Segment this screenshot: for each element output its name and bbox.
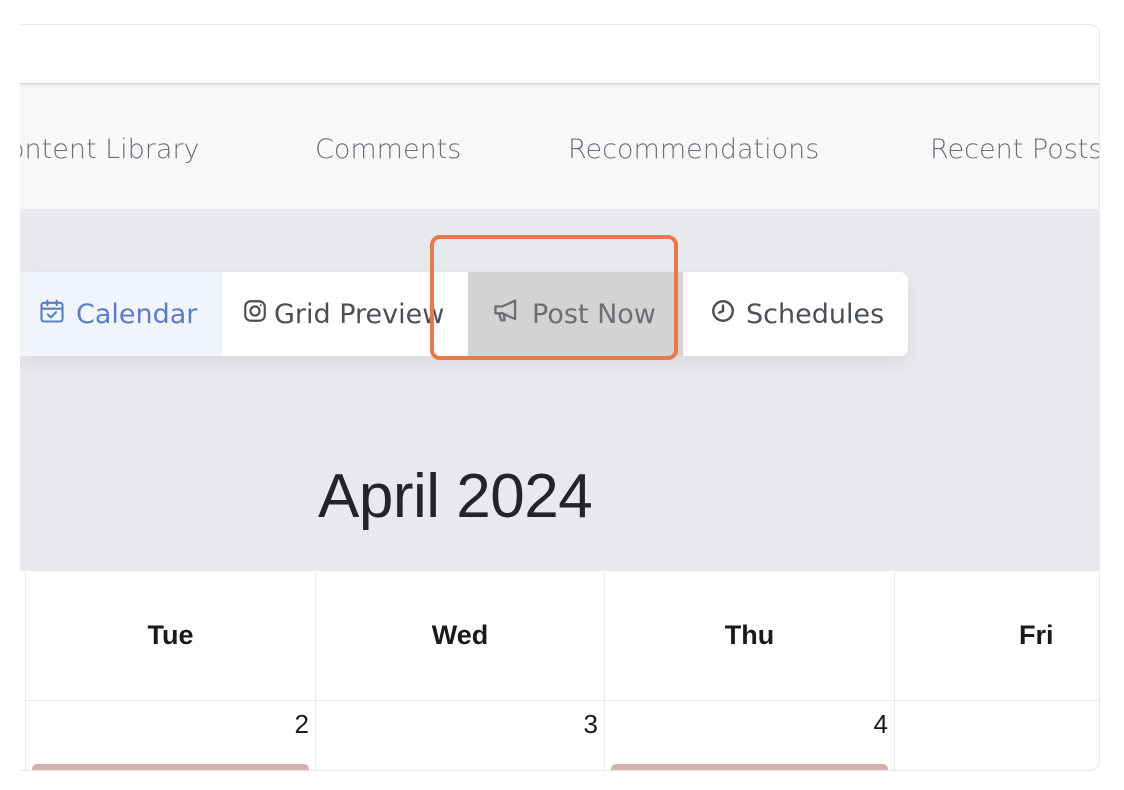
calendar-view-button[interactable]: Calendar xyxy=(20,272,222,356)
day-number[interactable]: 4 xyxy=(874,709,888,740)
calendar-event[interactable] xyxy=(611,764,888,770)
weekday-header: Fri xyxy=(895,571,1099,701)
grid-preview-label: Grid Preview xyxy=(274,298,445,330)
tab-recommendations[interactable]: Recommendations xyxy=(568,134,819,166)
app-frame: ontent Library Comments Recommendations … xyxy=(20,24,1100,771)
month-title: April 2024 xyxy=(318,462,593,531)
calendar-column: Thu 4 xyxy=(604,571,894,770)
calendar-event[interactable] xyxy=(32,764,309,770)
schedules-label: Schedules xyxy=(746,298,885,330)
post-now-highlight xyxy=(430,235,678,360)
tab-recent-posts[interactable]: Recent Posts xyxy=(930,134,1099,166)
weekday-header: Wed xyxy=(316,571,604,701)
weekday-header: Tue xyxy=(26,571,315,701)
day-number[interactable]: 3 xyxy=(584,709,598,740)
day-number[interactable]: 2 xyxy=(295,709,309,740)
schedules-button[interactable]: Schedules xyxy=(710,272,908,356)
calendar-grid: Tue 2 Wed 3 Thu 4 Fri xyxy=(20,570,1099,770)
calendar-column: Wed 3 xyxy=(315,571,604,770)
tab-content-library[interactable]: ontent Library xyxy=(20,134,200,166)
top-bar xyxy=(20,25,1099,83)
clock-icon xyxy=(710,298,736,331)
calendar-view-label: Calendar xyxy=(76,298,198,330)
calendar-check-icon xyxy=(38,297,66,332)
instagram-icon xyxy=(242,298,268,331)
calendar-column: Fri xyxy=(894,571,1099,770)
weekday-header: Thu xyxy=(605,571,894,701)
section-tab-nav: ontent Library Comments Recommendations … xyxy=(20,83,1099,209)
calendar-column: Tue 2 xyxy=(25,571,315,770)
tab-comments[interactable]: Comments xyxy=(315,134,461,166)
